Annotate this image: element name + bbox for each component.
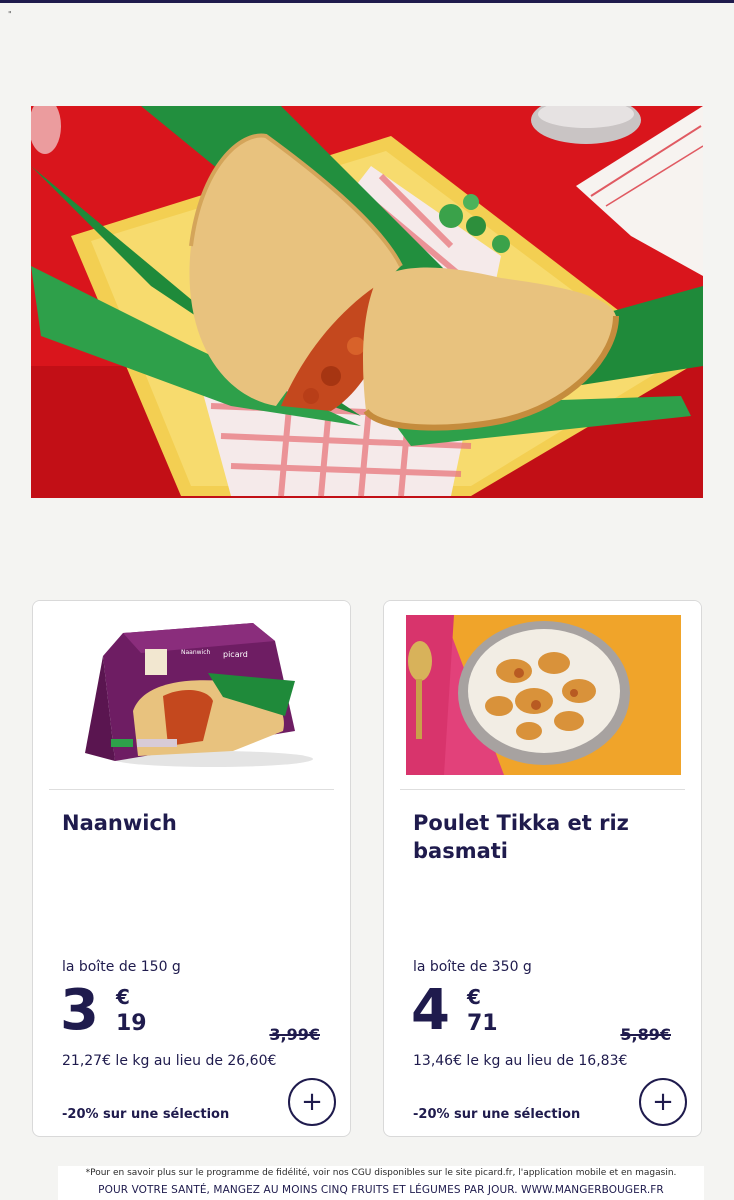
price-per-kg: 21,27€ le kg au lieu de 26,60€ [62,1053,277,1069]
card-divider [49,789,334,790]
add-to-cart-button[interactable]: + [288,1078,336,1126]
svg-text:Naanwich: Naanwich [181,649,211,656]
product-image-poulet-tikka [384,601,701,789]
price-per-kg: 13,46€ le kg au lieu de 16,83€ [413,1053,628,1069]
health-message: POUR VOTRE SANTÉ, MANGEZ AU MOINS CINQ F… [98,1184,664,1196]
legal-footer: *Pour en savoir plus sur le programme de… [58,1166,704,1200]
plus-icon: + [652,1087,674,1117]
promo-text: -20% sur une sélection [62,1107,230,1122]
promo-text: -20% sur une sélection [413,1107,581,1122]
loyalty-note: *Pour en savoir plus sur le programme de… [85,1168,677,1178]
price-currency: € [116,985,130,1009]
plus-icon: + [301,1087,323,1117]
product-card-poulet-tikka[interactable]: Poulet Tikka et riz basmati la boîte de … [383,600,702,1137]
old-price: 5,89€ [620,1025,671,1044]
product-title: Poulet Tikka et riz basmati [413,811,629,863]
product-pack-size: la boîte de 350 g [413,959,532,975]
product-card-naanwich[interactable]: Naanwich picard Naanwich la boîte de 150… [32,600,351,1137]
hero-image [31,106,703,498]
price-integer: 3 [60,978,99,1043]
product-pack-size: la boîte de 150 g [62,959,181,975]
price-decimals: 19 [116,1011,147,1036]
top-accent-bar [0,0,734,3]
card-divider [400,789,685,790]
price-currency: € [467,985,481,1009]
product-image-naanwich: Naanwich picard [33,601,350,789]
old-price: 3,99€ [269,1025,320,1044]
product-title: Naanwich [62,811,177,835]
price-decimals: 71 [467,1011,498,1036]
price-integer: 4 [411,978,450,1043]
top-mark: " [8,10,12,19]
svg-text:picard: picard [223,650,248,659]
add-to-cart-button[interactable]: + [639,1078,687,1126]
